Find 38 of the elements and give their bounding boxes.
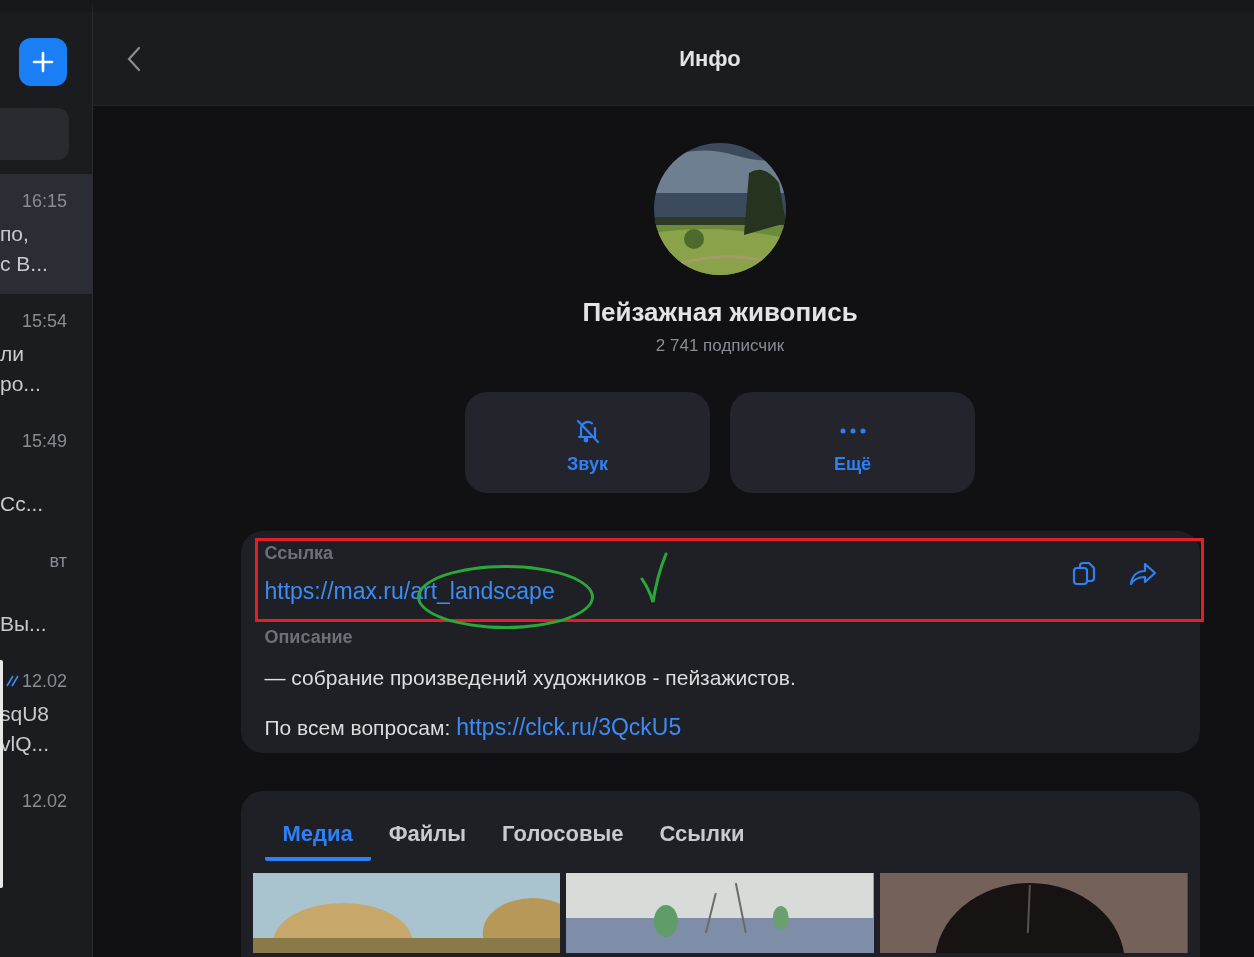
chat-time: вт (49, 550, 67, 572)
annotation-check-mark (638, 551, 669, 605)
chat-preview: sqU8 (0, 701, 50, 727)
add-button[interactable] (19, 38, 67, 86)
chat-preview: по, (0, 221, 29, 247)
contact-label: По всем вопросам: (264, 716, 451, 740)
media-tab[interactable]: Ссылки (641, 803, 763, 861)
chat-item[interactable]: 15:54 ли ро... (0, 294, 92, 414)
chat-time: 15:54 (21, 310, 67, 332)
channel-name: Пейзажная живопись (582, 297, 858, 328)
chat-time: 12.02 (21, 670, 67, 692)
plus-icon (31, 50, 55, 74)
more-icon (839, 427, 866, 434)
back-icon[interactable] (127, 46, 141, 72)
chat-preview: Сс... (0, 491, 44, 517)
chat-preview: Вы... (0, 611, 47, 637)
chat-item[interactable]: вт Вы... (0, 534, 92, 654)
chat-preview: ли (0, 341, 24, 367)
chat-preview: с В... (0, 251, 48, 277)
media-tab[interactable]: Голосовые (484, 803, 642, 861)
subscriber-count: 2 741 подписчик (655, 336, 785, 356)
action-button[interactable]: Звук (465, 392, 710, 493)
chat-item[interactable]: 15:49 Сс... (0, 414, 92, 534)
page-title: Инфо (679, 45, 741, 72)
field-label: Ссылка (264, 543, 334, 564)
chat-time: 12.02 (21, 790, 67, 812)
field-label: Описание (264, 627, 354, 648)
chat-time: 16:15 (21, 190, 67, 212)
chat-preview: ро... (0, 371, 41, 397)
media-tab[interactable]: Файлы (370, 803, 485, 861)
action-button[interactable]: Ещё (730, 392, 975, 493)
contact-link[interactable]: https://clck.ru/3QckU5 (456, 714, 682, 741)
chat-item[interactable]: 12.02 (0, 774, 92, 894)
chat-time: 15:49 (21, 430, 67, 452)
chat-item[interactable]: 16:15 по, с В... (0, 174, 92, 294)
share-icon[interactable] (1127, 560, 1158, 588)
description-text: — собрание произведений художников - пейзажистов. (264, 666, 797, 690)
media-tab[interactable]: Медиа (264, 803, 371, 861)
